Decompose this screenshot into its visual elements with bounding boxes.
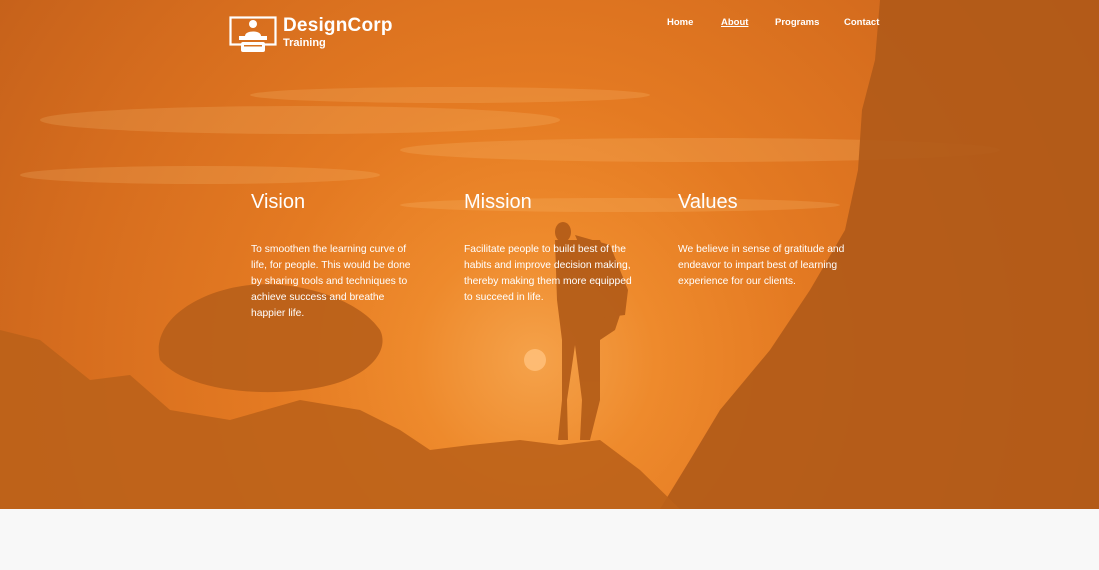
nav-contact[interactable]: Contact — [844, 17, 879, 28]
main-nav: Home About Programs Contact — [0, 17, 1099, 31]
mission-title: Mission — [464, 191, 532, 213]
hero-banner: DesignCorp Training Home About Programs … — [0, 0, 1099, 509]
nav-home[interactable]: Home — [667, 17, 693, 28]
vision-text: To smoothen the learning curve of life, … — [251, 244, 411, 319]
vision-section: Vision To smoothen the learning curve of… — [251, 190, 421, 322]
nav-programs[interactable]: Programs — [775, 17, 819, 28]
mission-section: Mission Facilitate people to build best … — [464, 190, 634, 306]
page-footer-area — [0, 509, 1099, 570]
mission-text: Facilitate people to build best of the h… — [464, 244, 632, 303]
values-section: Values We believe in sense of gratitude … — [678, 190, 848, 290]
vision-title: Vision — [251, 191, 306, 213]
brand-subtitle: Training — [283, 37, 326, 49]
values-title: Values — [678, 191, 738, 213]
nav-about[interactable]: About — [721, 17, 748, 28]
values-text: We believe in sense of gratitude and end… — [678, 244, 845, 287]
